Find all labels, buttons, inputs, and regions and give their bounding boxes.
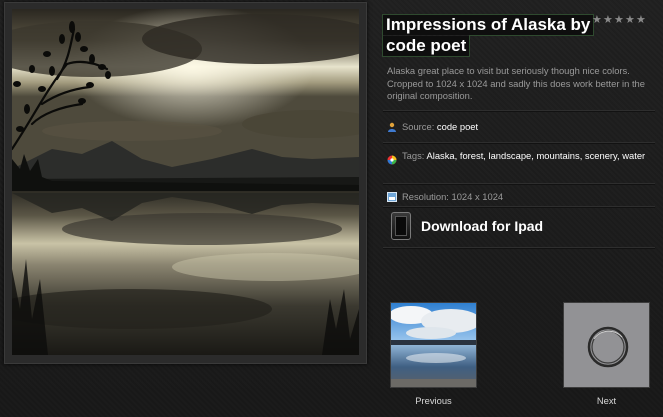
color-wheel-icon (387, 155, 397, 165)
resolution-text: Resolution: 1024 x 1024 (402, 191, 504, 202)
star-icon[interactable]: ★ (636, 14, 646, 25)
source-row: Source: code poet (387, 121, 657, 134)
star-icon[interactable]: ★ (614, 14, 624, 25)
wallpaper-description: Alaska great place to visit but seriousl… (387, 65, 645, 101)
divider (383, 247, 655, 249)
divider (383, 206, 655, 208)
wallpaper-title-block: Impressions of Alaska by code poet (381, 14, 595, 57)
source-label: Source: (402, 121, 435, 132)
main-wallpaper-image[interactable] (12, 9, 359, 355)
user-icon (388, 122, 396, 132)
ipad-icon (391, 212, 411, 240)
download-ipad-button[interactable]: Download for Ipad (391, 212, 543, 240)
previous-link[interactable]: Previous (390, 395, 477, 406)
divider (383, 110, 655, 112)
previous-thumbnail[interactable] (390, 302, 477, 388)
star-icon[interactable]: ★ (592, 14, 602, 25)
image-icon (387, 192, 397, 202)
wallpaper-title: Impressions of Alaska by code poet (381, 14, 595, 57)
divider (383, 183, 655, 185)
download-label: Download for Ipad (421, 218, 544, 234)
tags-label: Tags: (402, 150, 425, 161)
next-thumbnail[interactable] (563, 302, 650, 388)
next-link[interactable]: Next (563, 395, 650, 406)
tags-row: Tags: Alaska, forest, landscape, mountai… (387, 150, 657, 165)
source-link[interactable]: code poet (437, 121, 478, 132)
rating-stars[interactable]: ★ ★ ★ ★ ★ (592, 14, 646, 25)
star-icon[interactable]: ★ (603, 14, 613, 25)
star-icon[interactable]: ★ (625, 14, 635, 25)
resolution-row: Resolution: 1024 x 1024 (387, 191, 657, 204)
divider (383, 142, 655, 144)
tags-links[interactable]: Alaska, forest, landscape, mountains, sc… (427, 150, 646, 161)
